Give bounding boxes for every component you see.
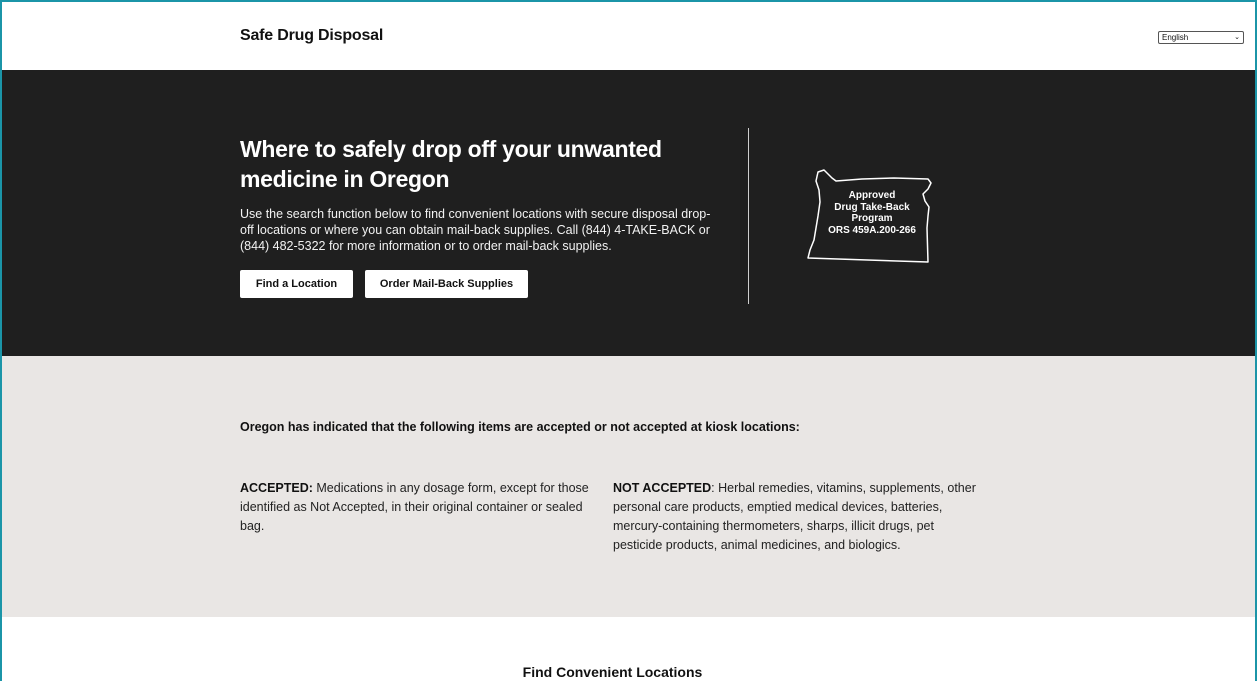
kiosk-items-section: Oregon has indicated that the following … bbox=[0, 356, 1257, 617]
not-accepted-items: NOT ACCEPTED: Herbal remedies, vitamins,… bbox=[613, 479, 978, 555]
chevron-down-icon: ⌄ bbox=[1234, 34, 1240, 41]
site-title-link[interactable]: Safe Drug Disposal bbox=[240, 27, 383, 45]
language-select[interactable]: English ⌄ bbox=[1158, 31, 1244, 44]
badge-line-2: Drug Take-Back bbox=[834, 201, 910, 213]
badge-line-3: Program bbox=[851, 213, 893, 224]
kiosk-items-lead: Oregon has indicated that the following … bbox=[240, 420, 800, 434]
hero-divider bbox=[748, 128, 749, 304]
hero-banner: Where to safely drop off your unwanted m… bbox=[0, 70, 1257, 356]
accepted-items: ACCEPTED: Medications in any dosage form… bbox=[240, 479, 610, 536]
find-location-button[interactable]: Find a Location bbox=[240, 270, 353, 298]
accepted-label: ACCEPTED: bbox=[240, 481, 313, 495]
badge-line-1: Approved bbox=[848, 190, 896, 201]
badge-line-4: ORS 459A.200-266 bbox=[828, 224, 916, 236]
not-accepted-label: NOT ACCEPTED bbox=[613, 481, 712, 495]
hero-intro-text: Use the search function below to find co… bbox=[240, 207, 711, 253]
hero-title: Where to safely drop off your unwanted m… bbox=[240, 136, 662, 192]
find-locations-section: Find Convenient Locations bbox=[0, 617, 1257, 681]
site-header: Safe Drug Disposal English ⌄ bbox=[0, 0, 1257, 70]
find-locations-title: Find Convenient Locations bbox=[522, 664, 703, 680]
approved-program-badge: Approved Drug Take-Back Program ORS 459A… bbox=[808, 190, 936, 236]
language-select-value: English bbox=[1162, 33, 1189, 42]
order-mail-back-supplies-button[interactable]: Order Mail-Back Supplies bbox=[365, 270, 528, 298]
